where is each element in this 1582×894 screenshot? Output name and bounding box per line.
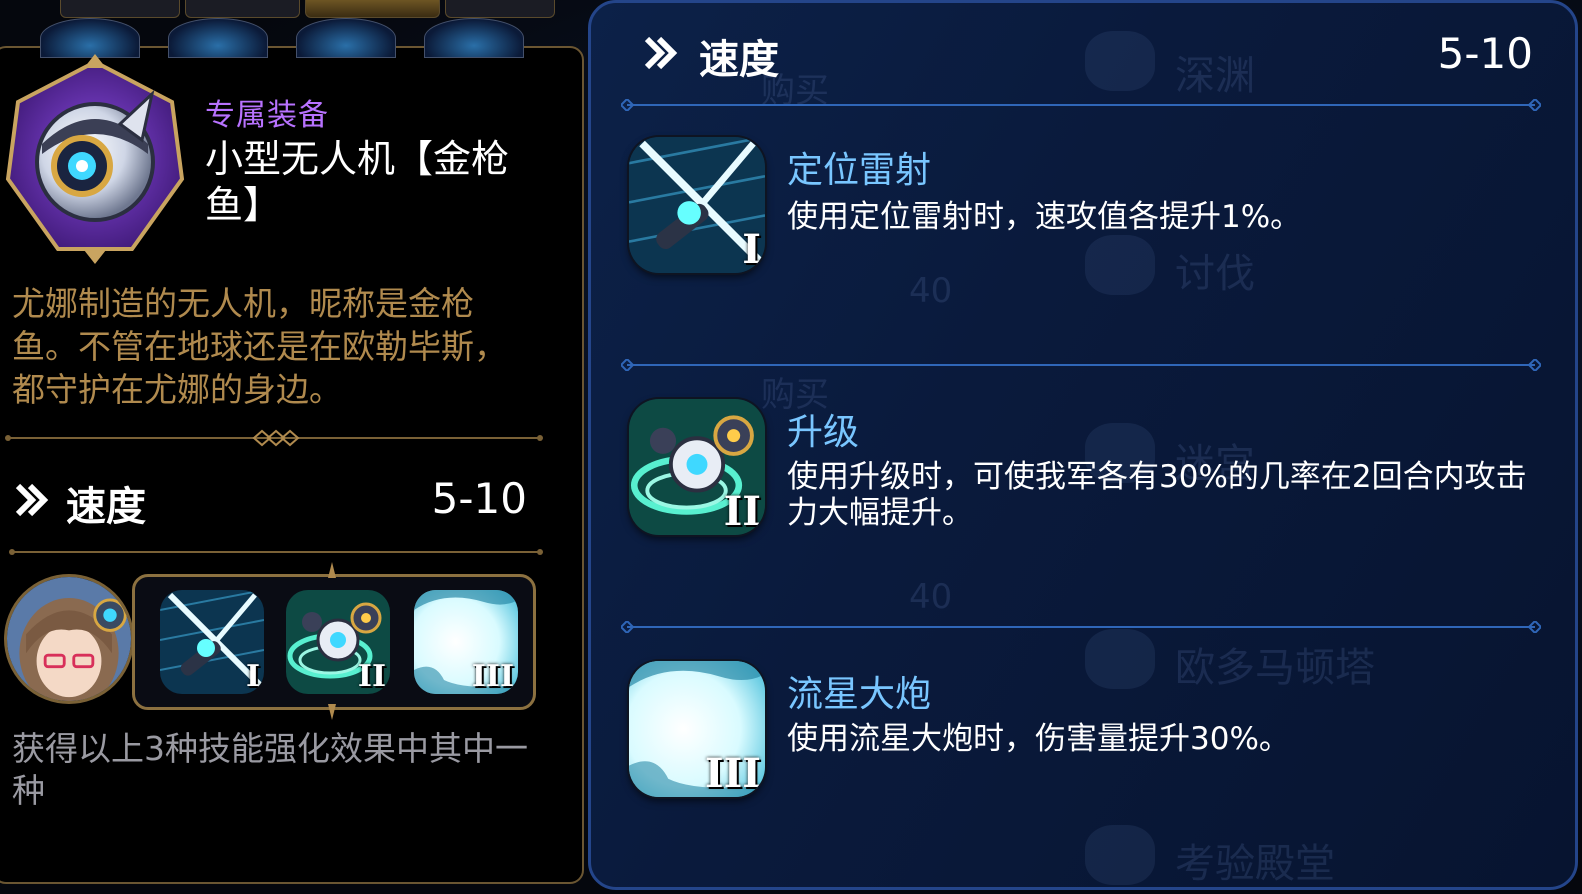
meteor-cannon-skill-icon: III [629,661,765,797]
skill-effect-description: 使用定位雷射时，速攻值各提升1%。 [787,199,1302,235]
ornament-divider [5,429,543,447]
tower-ghost-icon [1085,629,1155,689]
top-tab[interactable] [185,0,300,18]
drone-equipment-icon [5,54,185,264]
ornament-divider [9,549,543,555]
meteor-cannon-skill-icon[interactable]: III [414,590,518,694]
equipment-thumbnail[interactable] [296,18,396,58]
skill-effect-title: 定位雷射 [787,150,932,191]
skill-roman-numeral: II [357,659,386,694]
skill-grant-description: 获得以上3种技能强化效果中其中一种 [12,729,528,810]
section-divider [621,621,1541,633]
skill-effect-title: 升级 [787,412,860,453]
speed-stat-value: 5-10 [431,474,527,523]
skill-roman-numeral: I [742,226,761,273]
skill-roman-numeral: I [245,659,260,694]
speed-stat-row: 速度 5-10 [641,27,1533,83]
speed-stat-row: 速度 5-10 [12,472,527,530]
speed-stat-label: 速度 [66,484,146,530]
frame-ornament-bottom [328,704,336,720]
section-divider [621,99,1541,111]
top-tab-strip [0,0,600,20]
ghost-menu-label: 讨伐 [1175,251,1255,297]
hunt-ghost-icon [1085,235,1155,295]
skill-effect-description: 使用升级时，可使我军各有30%的几率在2回合内攻击力大幅提升。 [787,459,1527,531]
equipment-category-label: 专属装备 [205,98,329,133]
speed-stat-label: 速度 [699,37,779,83]
double-chevron-icon [644,36,678,70]
drone-upgrade-skill-icon[interactable]: II [286,590,390,694]
equipment-name: 小型无人机【金枪鱼】 [205,137,510,227]
equipment-thumbnail[interactable] [40,18,140,58]
top-tab[interactable] [60,0,180,18]
ghost-menu-label: 40 [909,271,953,311]
top-tab-active[interactable] [305,0,440,18]
skill-roman-numeral: III [704,750,761,797]
ghost-menu-label: 考验殿堂 [1175,841,1335,887]
drone-upgrade-skill-icon: II [629,399,765,535]
speed-stat-value: 5-10 [1437,29,1533,78]
laser-skill-icon: I [629,137,765,273]
equipment-thumbnail-row [40,18,550,58]
ghost-menu-label: 欧多马顿塔 [1175,645,1375,691]
skill-effects-panel: 深渊 购买 讨伐 40 购买 迷宫 40 欧多马顿塔 考验殿堂 速度 5-10 [588,0,1578,890]
frame-ornament-top [328,562,336,578]
top-tab[interactable] [445,0,555,18]
skill-effect-description: 使用流星大炮时，伤害量提升30%。 [787,721,1290,757]
double-chevron-icon [15,483,49,517]
section-divider [621,359,1541,371]
laser-skill-icon[interactable]: I [160,590,264,694]
equipment-thumbnail[interactable] [168,18,268,58]
skill-roman-numeral: III [471,659,514,694]
equipment-description: 尤娜制造的无人机，昵称是金枪鱼。不管在地球还是在欧勒毕斯，都守护在尤娜的身边。 [12,284,507,409]
skill-effect-title: 流星大炮 [787,674,932,715]
skill-roman-numeral: II [723,488,761,535]
equipment-thumbnail[interactable] [424,18,524,58]
trial-ghost-icon [1085,825,1155,885]
hero-portrait-avatar[interactable] [4,574,134,704]
ghost-menu-label: 40 [909,577,953,617]
